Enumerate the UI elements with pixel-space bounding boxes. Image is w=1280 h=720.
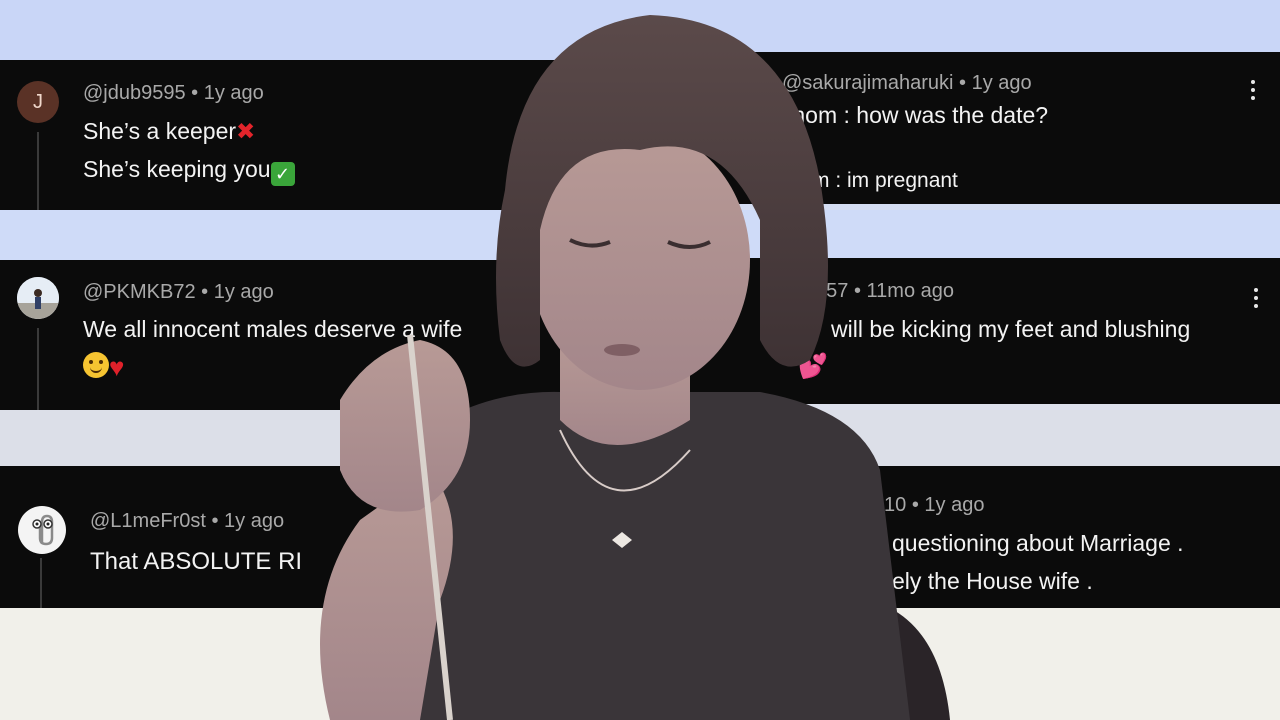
meta-separator: • bbox=[191, 82, 199, 104]
thread-line bbox=[37, 328, 39, 410]
comment-meta: @sakurajimaharuki • 1y ago bbox=[782, 72, 1032, 95]
comment-time[interactable]: 1y ago bbox=[204, 82, 264, 104]
comment-text: ely the House wife . bbox=[892, 568, 1093, 594]
smiling-face-icon bbox=[83, 352, 109, 378]
thread-line bbox=[37, 132, 39, 210]
comment-text: mom : how was the date? bbox=[786, 102, 1049, 128]
avatar[interactable]: J bbox=[17, 81, 59, 123]
comment-author[interactable]: @L1meFr0st bbox=[90, 510, 206, 532]
check-mark-icon: ✓ bbox=[270, 162, 295, 186]
comment-text: That ABSOLUTE RI bbox=[90, 548, 303, 575]
comment-card: J @jdub9595 • 1y ago She’s a keeper✖ She… bbox=[0, 60, 610, 210]
thread-line bbox=[40, 558, 42, 608]
comment-text: She’s a keeper✖ bbox=[83, 118, 256, 144]
profile-photo-icon bbox=[17, 277, 59, 319]
comment-meta: @PKMKB72 • 1y ago bbox=[83, 281, 274, 304]
heart-icon: ♥ bbox=[109, 352, 125, 382]
comment-time[interactable]: 11mo ago bbox=[867, 280, 954, 302]
meta-separator: • bbox=[911, 494, 919, 516]
comment-author[interactable]: @jdub9595 bbox=[83, 82, 186, 104]
comment-card: n57 • 11mo ago will be kicking my feet a… bbox=[610, 258, 1280, 404]
paperclip-assistant-icon bbox=[32, 514, 54, 546]
two-hearts-icon: 💕 bbox=[798, 353, 828, 380]
comment-card: @L1meFr0st • 1y ago That ABSOLUTE RI bbox=[0, 466, 610, 608]
comment-text: will be kicking my feet and blushing bbox=[831, 316, 1191, 342]
comment-author[interactable]: @sakurajimaharuki bbox=[782, 72, 953, 94]
comment-author[interactable]: 10 bbox=[884, 494, 906, 516]
background-stripe bbox=[0, 210, 1280, 260]
background-stripe bbox=[0, 608, 1280, 720]
meta-separator: • bbox=[853, 280, 861, 302]
comment-emoji-row: ♥ bbox=[83, 352, 124, 383]
comment-text: questioning about Marriage . bbox=[892, 530, 1184, 556]
comment-meta: @L1meFr0st • 1y ago bbox=[90, 510, 284, 533]
meta-separator: • bbox=[201, 281, 209, 303]
avatar[interactable] bbox=[17, 277, 59, 319]
background-stripe bbox=[0, 410, 1280, 468]
comment-meta: 10 • 1y ago bbox=[884, 494, 984, 517]
more-options-icon[interactable] bbox=[1250, 80, 1256, 100]
meta-separator: • bbox=[211, 510, 219, 532]
comment-text: We all innocent males deserve a wife bbox=[83, 316, 463, 342]
comment-text: She’s keeping you ✓ bbox=[83, 156, 295, 186]
comment-card: 10 • 1y ago questioning about Marriage .… bbox=[610, 466, 1280, 608]
comment-meta: n57 • 11mo ago bbox=[815, 280, 954, 303]
comment-time[interactable]: 1y ago bbox=[214, 281, 274, 303]
comment-card: @PKMKB72 • 1y ago We all innocent males … bbox=[0, 260, 610, 410]
comment-text: m : im pregnant bbox=[812, 169, 958, 192]
more-options-icon[interactable] bbox=[1253, 288, 1259, 308]
cross-mark-icon: ✖ bbox=[236, 118, 256, 144]
comment-meta: @jdub9595 • 1y ago bbox=[83, 82, 264, 105]
comment-time[interactable]: 1y ago bbox=[924, 494, 984, 516]
background-stripe bbox=[0, 0, 1280, 60]
comment-card: @sakurajimaharuki • 1y ago mom : how was… bbox=[610, 52, 1280, 204]
avatar[interactable] bbox=[18, 506, 66, 554]
comment-time[interactable]: 1y ago bbox=[972, 72, 1032, 94]
comment-author[interactable]: n57 bbox=[815, 280, 848, 302]
comment-time[interactable]: 1y ago bbox=[224, 510, 284, 532]
meta-separator: • bbox=[959, 72, 967, 94]
comment-author[interactable]: @PKMKB72 bbox=[83, 281, 196, 303]
comment-emoji-row: 💕 bbox=[798, 352, 828, 381]
